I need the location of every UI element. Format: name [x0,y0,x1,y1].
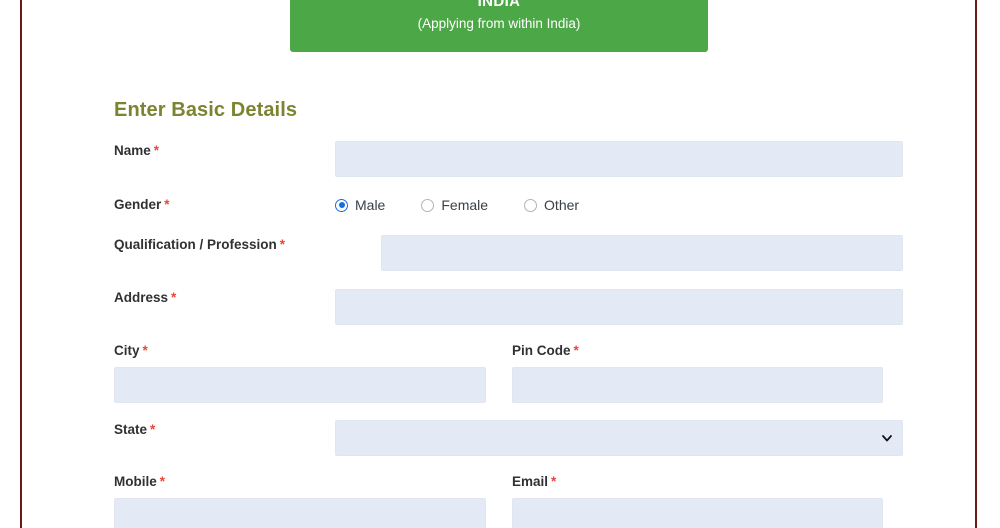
state-required-asterisk: * [150,422,156,437]
state-select-wrapper [335,420,903,456]
pincode-label-text: Pin Code [512,343,571,358]
state-label-text: State [114,422,148,437]
country-banner-subtitle: (Applying from within India) [417,16,581,31]
mobile-input[interactable] [114,498,486,528]
pincode-required-asterisk: * [573,343,579,358]
country-banner: INDIA (Applying from within India) [290,0,708,52]
gender-label-text: Gender [114,197,162,212]
pincode-label: Pin Code * [512,343,579,358]
city-label: City * [114,343,148,358]
city-label-text: City [114,343,140,358]
radio-selected-icon [335,198,348,212]
name-label-text: Name [114,143,151,158]
qualification-required-asterisk: * [279,237,286,252]
address-label-text: Address [114,290,169,305]
mobile-label: Mobile * [114,474,165,489]
name-label: Name * [114,143,159,158]
gender-required-asterisk: * [164,197,170,212]
gender-radio-group: Male Female Other [335,195,615,215]
page-frame-rule-right [975,0,977,528]
email-label: Email * [512,474,556,489]
page-frame-rule-left [20,0,22,528]
radio-unselected-icon [421,198,435,212]
pincode-input[interactable] [512,367,883,403]
qualification-label: Qualification / Profession * [114,237,285,252]
gender-option-other[interactable]: Other [524,197,579,213]
country-banner-title: INDIA [477,0,521,10]
form-page: INDIA (Applying from within India) Enter… [22,0,975,528]
gender-option-female[interactable]: Female [421,197,488,213]
address-label: Address * [114,290,176,305]
name-required-asterisk: * [153,143,160,158]
state-label: State * [114,422,155,437]
qualification-label-text: Qualification / Profession [114,237,277,252]
gender-option-male[interactable]: Male [335,197,385,213]
gender-option-male-label: Male [355,197,386,213]
address-input[interactable] [335,289,903,325]
city-required-asterisk: * [142,343,148,358]
mobile-required-asterisk: * [159,474,166,489]
qualification-input[interactable] [381,235,903,271]
gender-label: Gender * [114,197,170,212]
mobile-label-text: Mobile [114,474,157,489]
gender-option-other-label: Other [544,197,580,213]
state-select[interactable] [335,420,903,456]
email-input[interactable] [512,498,883,528]
city-input[interactable] [114,367,486,403]
name-input[interactable] [335,141,903,177]
email-required-asterisk: * [551,474,557,489]
address-required-asterisk: * [171,290,177,305]
gender-option-female-label: Female [441,197,489,213]
radio-unselected-icon [524,198,538,212]
section-heading: Enter Basic Details [114,99,298,121]
email-label-text: Email [512,474,549,489]
